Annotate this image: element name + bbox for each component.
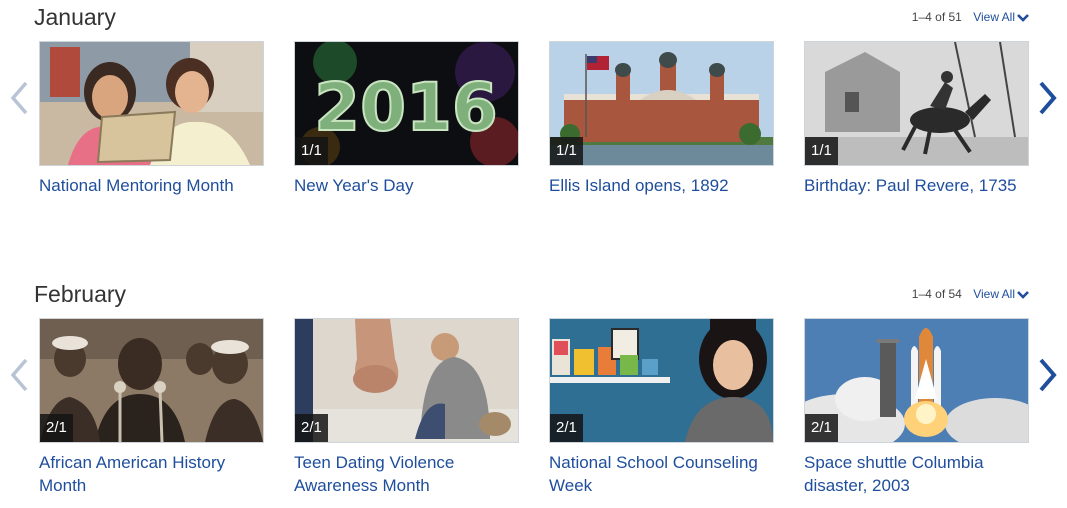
civil-rights-photo xyxy=(40,319,263,442)
view-all-label: View All xyxy=(973,287,1015,301)
card-caption[interactable]: National Mentoring Month xyxy=(39,174,264,197)
view-all-link[interactable]: View All xyxy=(973,10,1029,24)
year-text: 2016 xyxy=(314,69,498,146)
card-caption[interactable]: National School Counseling Week xyxy=(549,451,774,497)
feature-card[interactable]: 2/1 National School Counseling Week xyxy=(549,318,774,497)
card-thumbnail[interactable]: 2/1 xyxy=(294,318,519,443)
feature-card[interactable]: 2/1 Teen Dating Violence Awareness Month xyxy=(294,318,519,497)
card-caption[interactable]: Space shuttle Columbia disaster, 2003 xyxy=(804,451,1029,497)
fireworks-2016-photo: 2016 xyxy=(295,42,518,165)
section-title: January xyxy=(34,4,116,30)
paul-revere-engraving xyxy=(805,42,1028,165)
section-meta: 1–4 of 51 View All xyxy=(912,10,1029,24)
january-section: January 1–4 of 51 View All National Ment… xyxy=(0,0,1067,220)
card-thumbnail[interactable]: 1/1 xyxy=(804,41,1029,166)
carousel-prev-arrow-icon[interactable] xyxy=(8,357,30,393)
feature-card[interactable]: 1/1 Birthday: Paul Revere, 1735 xyxy=(804,41,1029,197)
chevron-down-icon xyxy=(1017,290,1029,299)
slide-count-badge: 1/1 xyxy=(805,137,838,165)
slide-count-badge: 2/1 xyxy=(295,414,328,442)
card-thumbnail[interactable]: 2/1 xyxy=(549,318,774,443)
card-caption[interactable]: New Year's Day xyxy=(294,174,519,197)
card-caption[interactable]: Ellis Island opens, 1892 xyxy=(549,174,774,197)
space-shuttle-photo xyxy=(805,319,1028,442)
card-thumbnail[interactable]: 2/1 xyxy=(804,318,1029,443)
carousel-prev-arrow-icon[interactable] xyxy=(8,80,30,116)
carousel-next-arrow-icon[interactable] xyxy=(1037,80,1059,116)
carousel-next-arrow-icon[interactable] xyxy=(1037,357,1059,393)
slide-count-badge: 1/1 xyxy=(295,137,328,165)
section-meta: 1–4 of 54 View All xyxy=(912,287,1029,301)
school-counseling-photo xyxy=(550,319,773,442)
card-thumbnail[interactable] xyxy=(39,41,264,166)
slide-count-badge: 2/1 xyxy=(550,414,583,442)
teen-dating-photo xyxy=(295,319,518,442)
card-caption[interactable]: Teen Dating Violence Awareness Month xyxy=(294,451,519,497)
slide-count-badge: 1/1 xyxy=(550,137,583,165)
february-section: February 1–4 of 54 View All 2/1 African … xyxy=(0,277,1067,497)
card-caption[interactable]: African American History Month xyxy=(39,451,264,497)
card-thumbnail[interactable]: 2016 1/1 xyxy=(294,41,519,166)
mentoring-photo xyxy=(40,42,263,165)
result-count: 1–4 of 54 xyxy=(911,287,962,301)
chevron-down-icon xyxy=(1017,13,1029,22)
feature-card[interactable]: 2/1 Space shuttle Columbia disaster, 200… xyxy=(804,318,1029,497)
view-all-label: View All xyxy=(973,10,1015,24)
result-count: 1–4 of 51 xyxy=(911,10,962,24)
slide-count-badge: 2/1 xyxy=(805,414,838,442)
card-thumbnail[interactable]: 1/1 xyxy=(549,41,774,166)
feature-card[interactable]: 2016 1/1 New Year's Day xyxy=(294,41,519,197)
feature-card[interactable]: 1/1 Ellis Island opens, 1892 xyxy=(549,41,774,197)
feature-card[interactable]: National Mentoring Month xyxy=(39,41,264,197)
feature-card[interactable]: 2/1 African American History Month xyxy=(39,318,264,497)
slide-count-badge: 2/1 xyxy=(40,414,73,442)
card-caption[interactable]: Birthday: Paul Revere, 1735 xyxy=(804,174,1029,197)
card-thumbnail[interactable]: 2/1 xyxy=(39,318,264,443)
ellis-island-photo xyxy=(550,42,773,165)
view-all-link[interactable]: View All xyxy=(973,287,1029,301)
section-title: February xyxy=(34,281,127,307)
